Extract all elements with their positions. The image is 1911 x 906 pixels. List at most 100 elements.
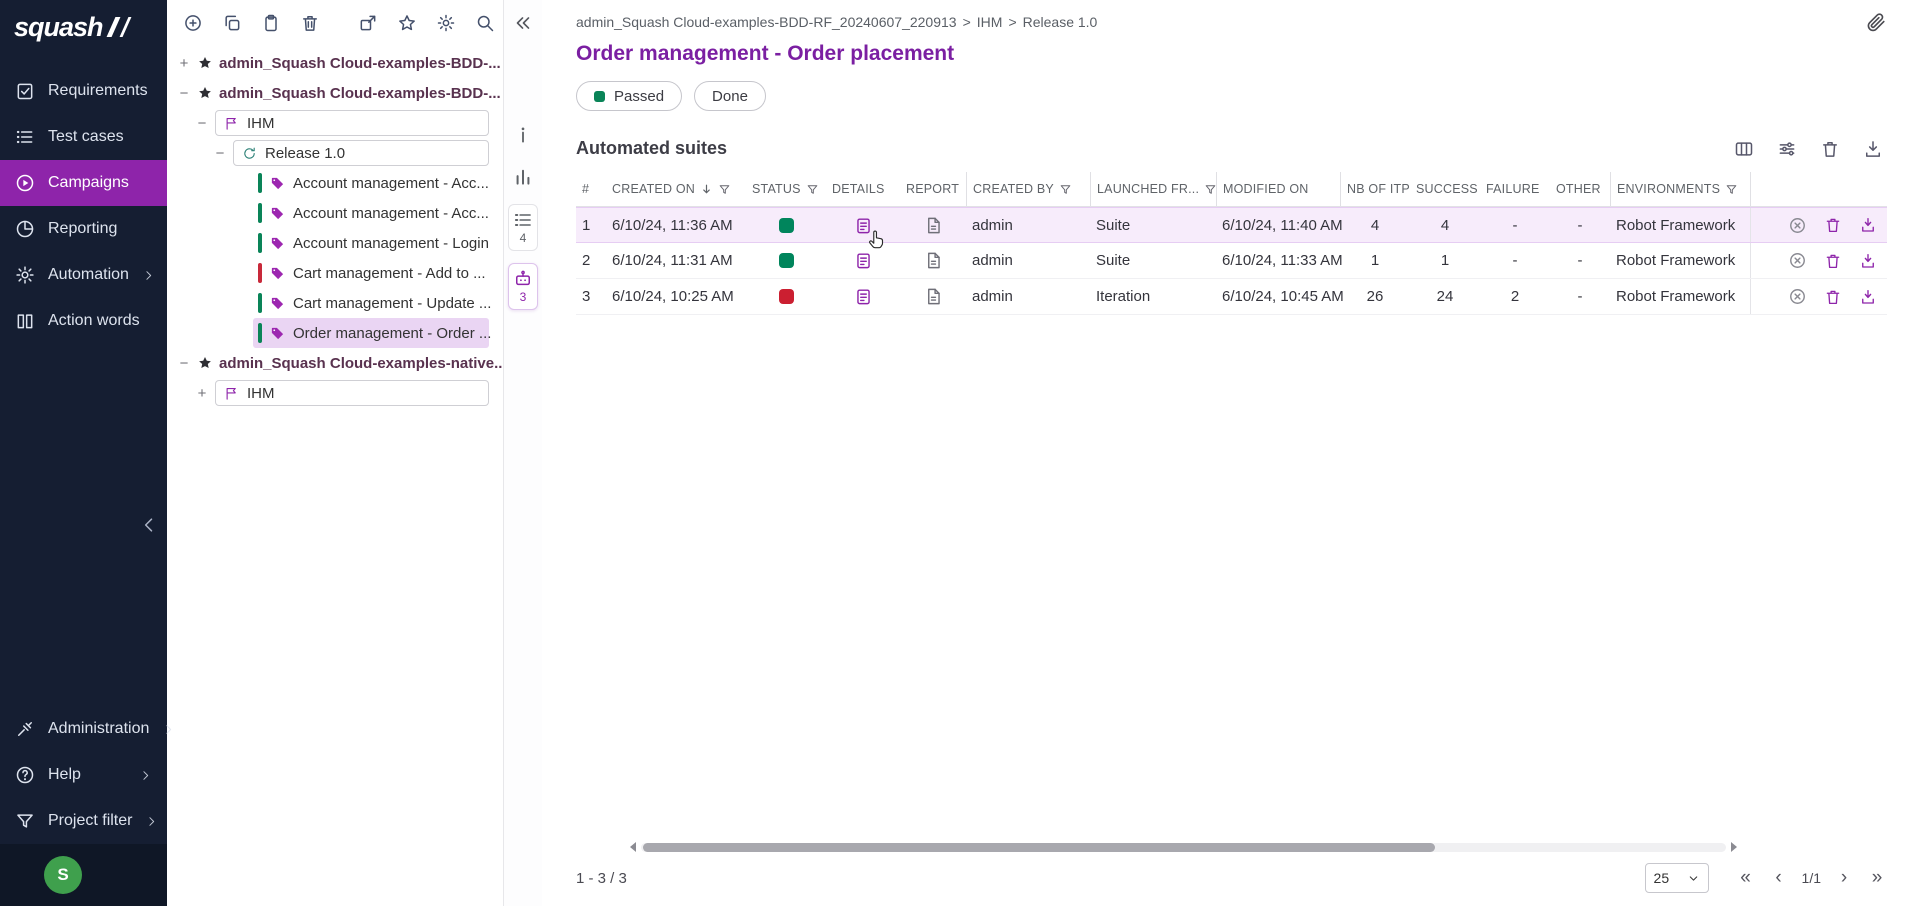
filter-funnel-icon[interactable] (806, 183, 819, 196)
table-row[interactable]: 1 6/10/24, 11:36 AM admin Suite 6/10/24,… (576, 207, 1887, 243)
workflow-state-chip[interactable]: Done (694, 81, 766, 111)
add-icon[interactable] (183, 13, 203, 33)
column-header-launched-from[interactable]: LAUNCHED FR... (1090, 172, 1216, 206)
tree-campaign-node[interactable]: − IHM (167, 108, 503, 138)
breadcrumb-project[interactable]: admin_Squash Cloud-examples-BDD-RF_20240… (576, 14, 957, 30)
user-avatar[interactable]: S (44, 856, 82, 894)
sidebar-item-action-words[interactable]: Action words (0, 298, 167, 344)
tab-information[interactable] (508, 120, 538, 150)
table-row[interactable]: 3 6/10/24, 10:25 AM admin Iteration 6/10… (576, 279, 1887, 315)
column-header-modified-on[interactable]: MODIFIED ON (1216, 172, 1340, 206)
report-file-icon[interactable] (924, 287, 943, 306)
sidebar-item-administration[interactable]: Administration (0, 706, 167, 752)
breadcrumb-iteration[interactable]: Release 1.0 (1023, 14, 1098, 30)
tree-suite-item[interactable]: Account management - Acc... (253, 168, 489, 198)
last-page-button[interactable]: » (1867, 866, 1887, 890)
tree-suite-item[interactable]: Account management - Login (253, 228, 489, 258)
search-icon[interactable] (475, 13, 495, 33)
tree-suite-item[interactable]: Cart management - Update ... (253, 288, 489, 318)
first-page-button[interactable]: « (1736, 866, 1756, 890)
trash-icon[interactable] (1824, 288, 1842, 306)
filter-funnel-icon[interactable] (1059, 183, 1072, 196)
collapse-icon[interactable]: − (177, 355, 191, 372)
project-label[interactable]: admin_Squash Cloud-examples-BDD-... (219, 55, 501, 72)
column-header-failure[interactable]: FAILURE (1480, 172, 1550, 206)
details-icon[interactable] (854, 287, 873, 306)
download-results-icon[interactable] (1859, 216, 1877, 234)
tree-iteration-node[interactable]: − Release 1.0 (167, 138, 503, 168)
column-header-nb-of-itpi[interactable]: NB OF ITPI (1340, 172, 1410, 206)
filter-settings-icon[interactable] (1777, 139, 1797, 159)
filter-funnel-icon[interactable] (718, 183, 731, 196)
horizontal-scrollbar[interactable] (630, 841, 1737, 853)
iteration-node-box[interactable]: Release 1.0 (233, 140, 489, 166)
sidebar-item-reporting[interactable]: Reporting (0, 206, 167, 252)
details-icon[interactable] (854, 251, 873, 270)
project-label[interactable]: admin_Squash Cloud-examples-native... (219, 355, 503, 372)
favorite-star-icon[interactable] (397, 13, 417, 33)
table-row[interactable]: 2 6/10/24, 11:31 AM admin Suite 6/10/24,… (576, 243, 1887, 279)
sidebar-collapse-button[interactable] (139, 515, 159, 535)
column-header-num[interactable]: # (576, 172, 606, 206)
column-header-created-by[interactable]: CREATED BY (966, 172, 1090, 206)
tab-automated-suites[interactable]: 3 (508, 263, 538, 310)
report-file-icon[interactable] (924, 216, 943, 235)
tree-suite-item-selected[interactable]: Order management - Order ... (253, 318, 489, 348)
cancel-execution-icon[interactable] (1788, 287, 1807, 306)
sidebar-item-project-filter[interactable]: Project filter (0, 798, 167, 844)
tree-campaign-node[interactable]: + IHM (167, 378, 503, 408)
breadcrumb-campaign[interactable]: IHM (977, 14, 1003, 30)
filter-funnel-icon[interactable] (1204, 183, 1216, 196)
collapse-icon[interactable]: − (177, 85, 191, 102)
tree-project-node[interactable]: + admin_Squash Cloud-examples-BDD-... (167, 48, 503, 78)
cancel-execution-icon[interactable] (1788, 216, 1807, 235)
column-header-created-on[interactable]: CREATED ON (606, 172, 746, 206)
tree-suite-item[interactable]: Cart management - Add to ... (253, 258, 489, 288)
trash-icon[interactable] (1820, 139, 1840, 159)
sidebar-item-campaigns[interactable]: Campaigns (0, 160, 167, 206)
columns-icon[interactable] (1734, 139, 1754, 159)
cancel-execution-icon[interactable] (1788, 251, 1807, 270)
tree-project-node[interactable]: − admin_Squash Cloud-examples-native... (167, 348, 503, 378)
sidebar-item-requirements[interactable]: Requirements (0, 68, 167, 114)
previous-page-button[interactable]: ‹ (1769, 866, 1789, 890)
scrollbar-track[interactable] (641, 843, 1726, 852)
column-header-environments[interactable]: ENVIRONMENTS (1610, 172, 1750, 206)
expand-icon[interactable]: + (195, 385, 209, 402)
project-label[interactable]: admin_Squash Cloud-examples-BDD-... (219, 85, 501, 102)
settings-gear-icon[interactable] (436, 13, 456, 33)
sidebar-item-test-cases[interactable]: Test cases (0, 114, 167, 160)
tab-dashboard[interactable] (508, 162, 538, 192)
trash-icon[interactable] (1824, 252, 1842, 270)
campaign-node-box[interactable]: IHM (215, 110, 489, 136)
scroll-left-arrow[interactable] (630, 842, 636, 852)
scrollbar-thumb[interactable] (643, 843, 1435, 852)
column-header-status[interactable]: STATUS (746, 172, 826, 206)
collapse-icon[interactable]: − (195, 115, 209, 132)
sidebar-item-automation[interactable]: Automation (0, 252, 167, 298)
copy-icon[interactable] (222, 13, 242, 33)
download-results-icon[interactable] (1859, 288, 1877, 306)
execution-status-chip[interactable]: Passed (576, 81, 682, 111)
tab-test-plan[interactable]: 4 (508, 204, 538, 251)
expand-icon[interactable]: + (177, 55, 191, 72)
attachment-paperclip-icon[interactable] (1865, 11, 1887, 33)
sort-descending-icon[interactable] (700, 183, 713, 196)
sidebar-item-help[interactable]: Help (0, 752, 167, 798)
next-page-button[interactable]: › (1834, 866, 1854, 890)
tree-suite-item[interactable]: Account management - Acc... (253, 198, 489, 228)
column-header-report[interactable]: REPORT (900, 172, 966, 206)
download-icon[interactable] (1863, 139, 1883, 159)
campaign-node-box[interactable]: IHM (215, 380, 489, 406)
page-size-select[interactable]: 25 (1645, 863, 1709, 893)
delete-icon[interactable] (300, 13, 320, 33)
download-results-icon[interactable] (1859, 252, 1877, 270)
squash-logo[interactable]: squash (0, 0, 167, 54)
trash-icon[interactable] (1824, 216, 1842, 234)
paste-icon[interactable] (261, 13, 281, 33)
column-header-other[interactable]: OTHER (1550, 172, 1610, 206)
export-icon[interactable] (358, 13, 378, 33)
report-file-icon[interactable] (924, 251, 943, 270)
tree-project-node[interactable]: − admin_Squash Cloud-examples-BDD-... (167, 78, 503, 108)
filter-funnel-icon[interactable] (1725, 183, 1738, 196)
